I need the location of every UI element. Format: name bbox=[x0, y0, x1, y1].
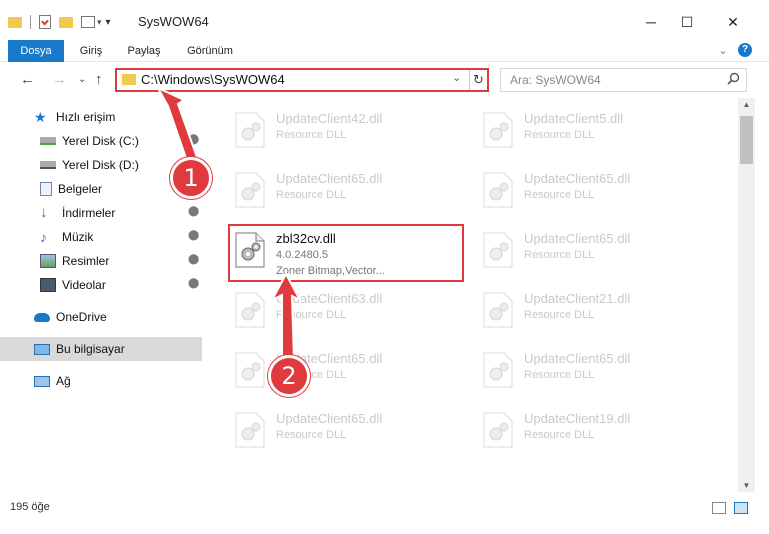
callout-badge-2: 2 bbox=[268, 355, 310, 397]
arrow-1 bbox=[155, 85, 200, 166]
callout-badge-1: 1 bbox=[170, 157, 212, 199]
arrow-2 bbox=[269, 271, 303, 361]
annotation-arrows bbox=[155, 85, 303, 361]
